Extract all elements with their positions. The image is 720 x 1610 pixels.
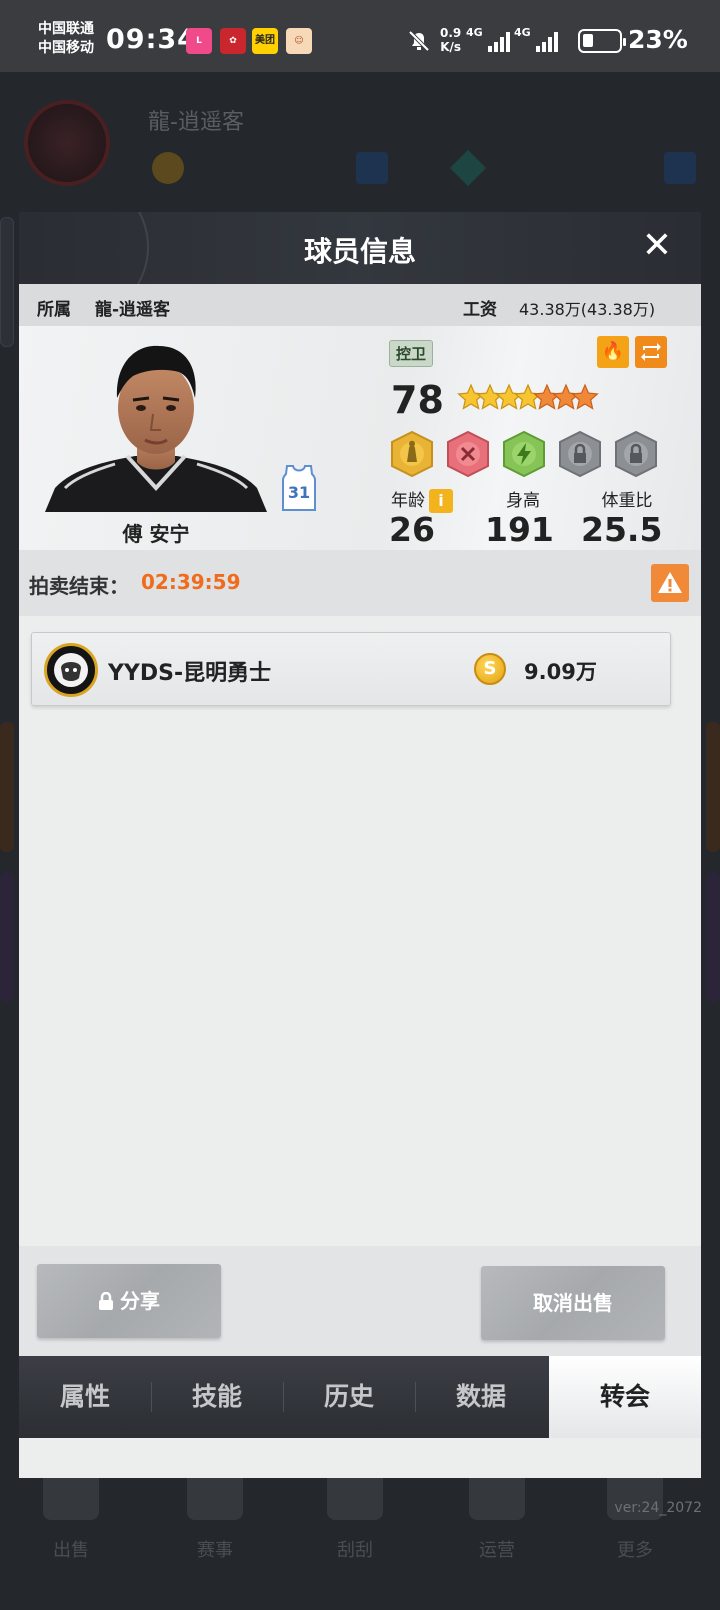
swap-icon[interactable] [635, 336, 667, 368]
bid-team-name: YYDS-昆明勇士 [108, 661, 272, 686]
star-icon [495, 383, 523, 410]
star-icon [476, 383, 504, 410]
warning-icon[interactable] [651, 564, 689, 602]
close-icon[interactable]: ✕ [637, 226, 677, 266]
signal-bars-icon [536, 32, 558, 52]
weight-ratio-label: 体重比 [601, 491, 653, 511]
signal-bars-icon [488, 32, 510, 52]
net-speed-unit: K/s [440, 40, 462, 54]
age-label-group: 年龄 i [391, 486, 453, 513]
player-name: 傅 安宁 [122, 522, 190, 546]
modal-tab-bar: 属性 技能 历史 数据 转会 [19, 1356, 701, 1438]
side-card [0, 217, 14, 347]
nav-item: 刮刮 [310, 1470, 400, 1562]
gem-icon [449, 149, 487, 187]
signal-1: 4G [466, 26, 512, 56]
tab-skills[interactable]: 技能 [151, 1356, 283, 1438]
badge-locked-icon [615, 430, 657, 478]
action-area: 分享 取消出售 [19, 1246, 701, 1356]
age-label: 年龄 [391, 491, 425, 511]
nav-item: 更多 [590, 1470, 680, 1562]
coin-icon [152, 152, 184, 184]
player-portrait [45, 345, 267, 512]
tab-attributes[interactable]: 属性 [19, 1356, 151, 1438]
player-rating: 78 [391, 378, 444, 422]
nav-item: 赛事 [170, 1470, 260, 1562]
star-icon [514, 383, 542, 410]
tab-data[interactable]: 数据 [415, 1356, 547, 1438]
star-icon [533, 383, 561, 410]
side-card [706, 872, 720, 1002]
team-value: 龍-逍遥客 [95, 300, 171, 320]
coin-icon: S [474, 653, 506, 685]
height-label: 身高 [506, 491, 540, 511]
cancel-sale-button[interactable]: 取消出售 [481, 1266, 665, 1340]
age-value: 26 [389, 510, 435, 549]
battery-percent: 23% [628, 25, 688, 54]
signal-2: 4G [514, 26, 560, 56]
signal-1-label: 4G [466, 26, 483, 39]
nav-item: 运营 [452, 1470, 542, 1562]
jersey-icon: 31 [279, 464, 319, 512]
badge-lightning-icon [503, 430, 545, 478]
modal-title: 球员信息 [303, 235, 416, 268]
star-icon [571, 383, 599, 410]
cartoon-app-icon: ☺ [286, 28, 312, 54]
side-card [706, 722, 720, 852]
jersey-number: 31 [288, 483, 310, 502]
bid-list-item[interactable]: YYDS-昆明勇士 S 9.09万 [31, 632, 671, 706]
salary-value: 43.38万(43.38万) [519, 300, 656, 319]
player-panel: 傅 安宁 31 控卫 🔥 78 年龄 i 身高 体重比 26 191 25.5 [19, 326, 701, 562]
player-info-modal: 球员信息 ✕ 所属 龍-逍遥客 工资 43.38万(43.38万) 傅 安宁 3… [19, 212, 701, 1478]
modal-header: 球员信息 ✕ [19, 212, 701, 322]
fire-icon[interactable]: 🔥 [597, 336, 629, 368]
share-label: 分享 [120, 1289, 160, 1313]
team-label: 所属 [37, 300, 71, 320]
carrier-2: 中国移动 [38, 40, 94, 56]
badge-block-icon [447, 430, 489, 478]
star-rating [457, 383, 599, 410]
lock-icon [99, 1291, 113, 1310]
auction-countdown-row: 拍卖结束： 02:39:59 [19, 550, 701, 616]
status-time: 09:34 [106, 24, 197, 55]
lofter-icon: L [186, 28, 212, 54]
side-card [0, 872, 14, 1002]
add-coin-button [356, 152, 388, 184]
add-gem-button [664, 152, 696, 184]
auction-end-label: 拍卖结束： [29, 574, 129, 598]
bell-muted-icon [408, 30, 430, 52]
carrier-names: 中国联通 中国移动 [38, 20, 94, 58]
nav-item: 出售 [26, 1470, 116, 1562]
star-icon [457, 383, 485, 410]
team-avatar [24, 100, 110, 186]
version-label: ver:24_2072 [614, 1500, 702, 1516]
position-badge: 控卫 [389, 340, 434, 367]
bg-team-name: 龍-逍遥客 [148, 110, 244, 135]
star-icon [552, 383, 580, 410]
side-card [0, 722, 14, 852]
team-logo-icon [44, 643, 98, 697]
battery-icon [578, 29, 626, 53]
bid-amount: 9.09万 [524, 660, 597, 684]
tab-transfer[interactable]: 转会 [549, 1356, 701, 1438]
badge-locked-icon [559, 430, 601, 478]
status-bar: 中国联通 中国移动 09:34 L ✿ 美团 ☺ 0.9 K/s 4G 4G 2… [0, 0, 720, 72]
red-app-icon: ✿ [220, 28, 246, 54]
share-button[interactable]: 分享 [37, 1264, 221, 1338]
badge-player-icon [391, 430, 433, 478]
weight-ratio-value: 25.5 [581, 510, 663, 549]
height-value: 191 [485, 510, 554, 549]
signal-2-label: 4G [514, 26, 531, 39]
carrier-1: 中国联通 [38, 21, 94, 37]
team-salary-row: 所属 龍-逍遥客 工资 43.38万(43.38万) [19, 284, 701, 326]
auction-countdown: 02:39:59 [141, 570, 241, 594]
tab-history[interactable]: 历史 [283, 1356, 415, 1438]
salary-label: 工资 [463, 300, 497, 320]
net-speed: 0.9 K/s [440, 26, 461, 54]
net-speed-value: 0.9 [440, 26, 462, 40]
meituan-icon: 美团 [252, 28, 278, 54]
